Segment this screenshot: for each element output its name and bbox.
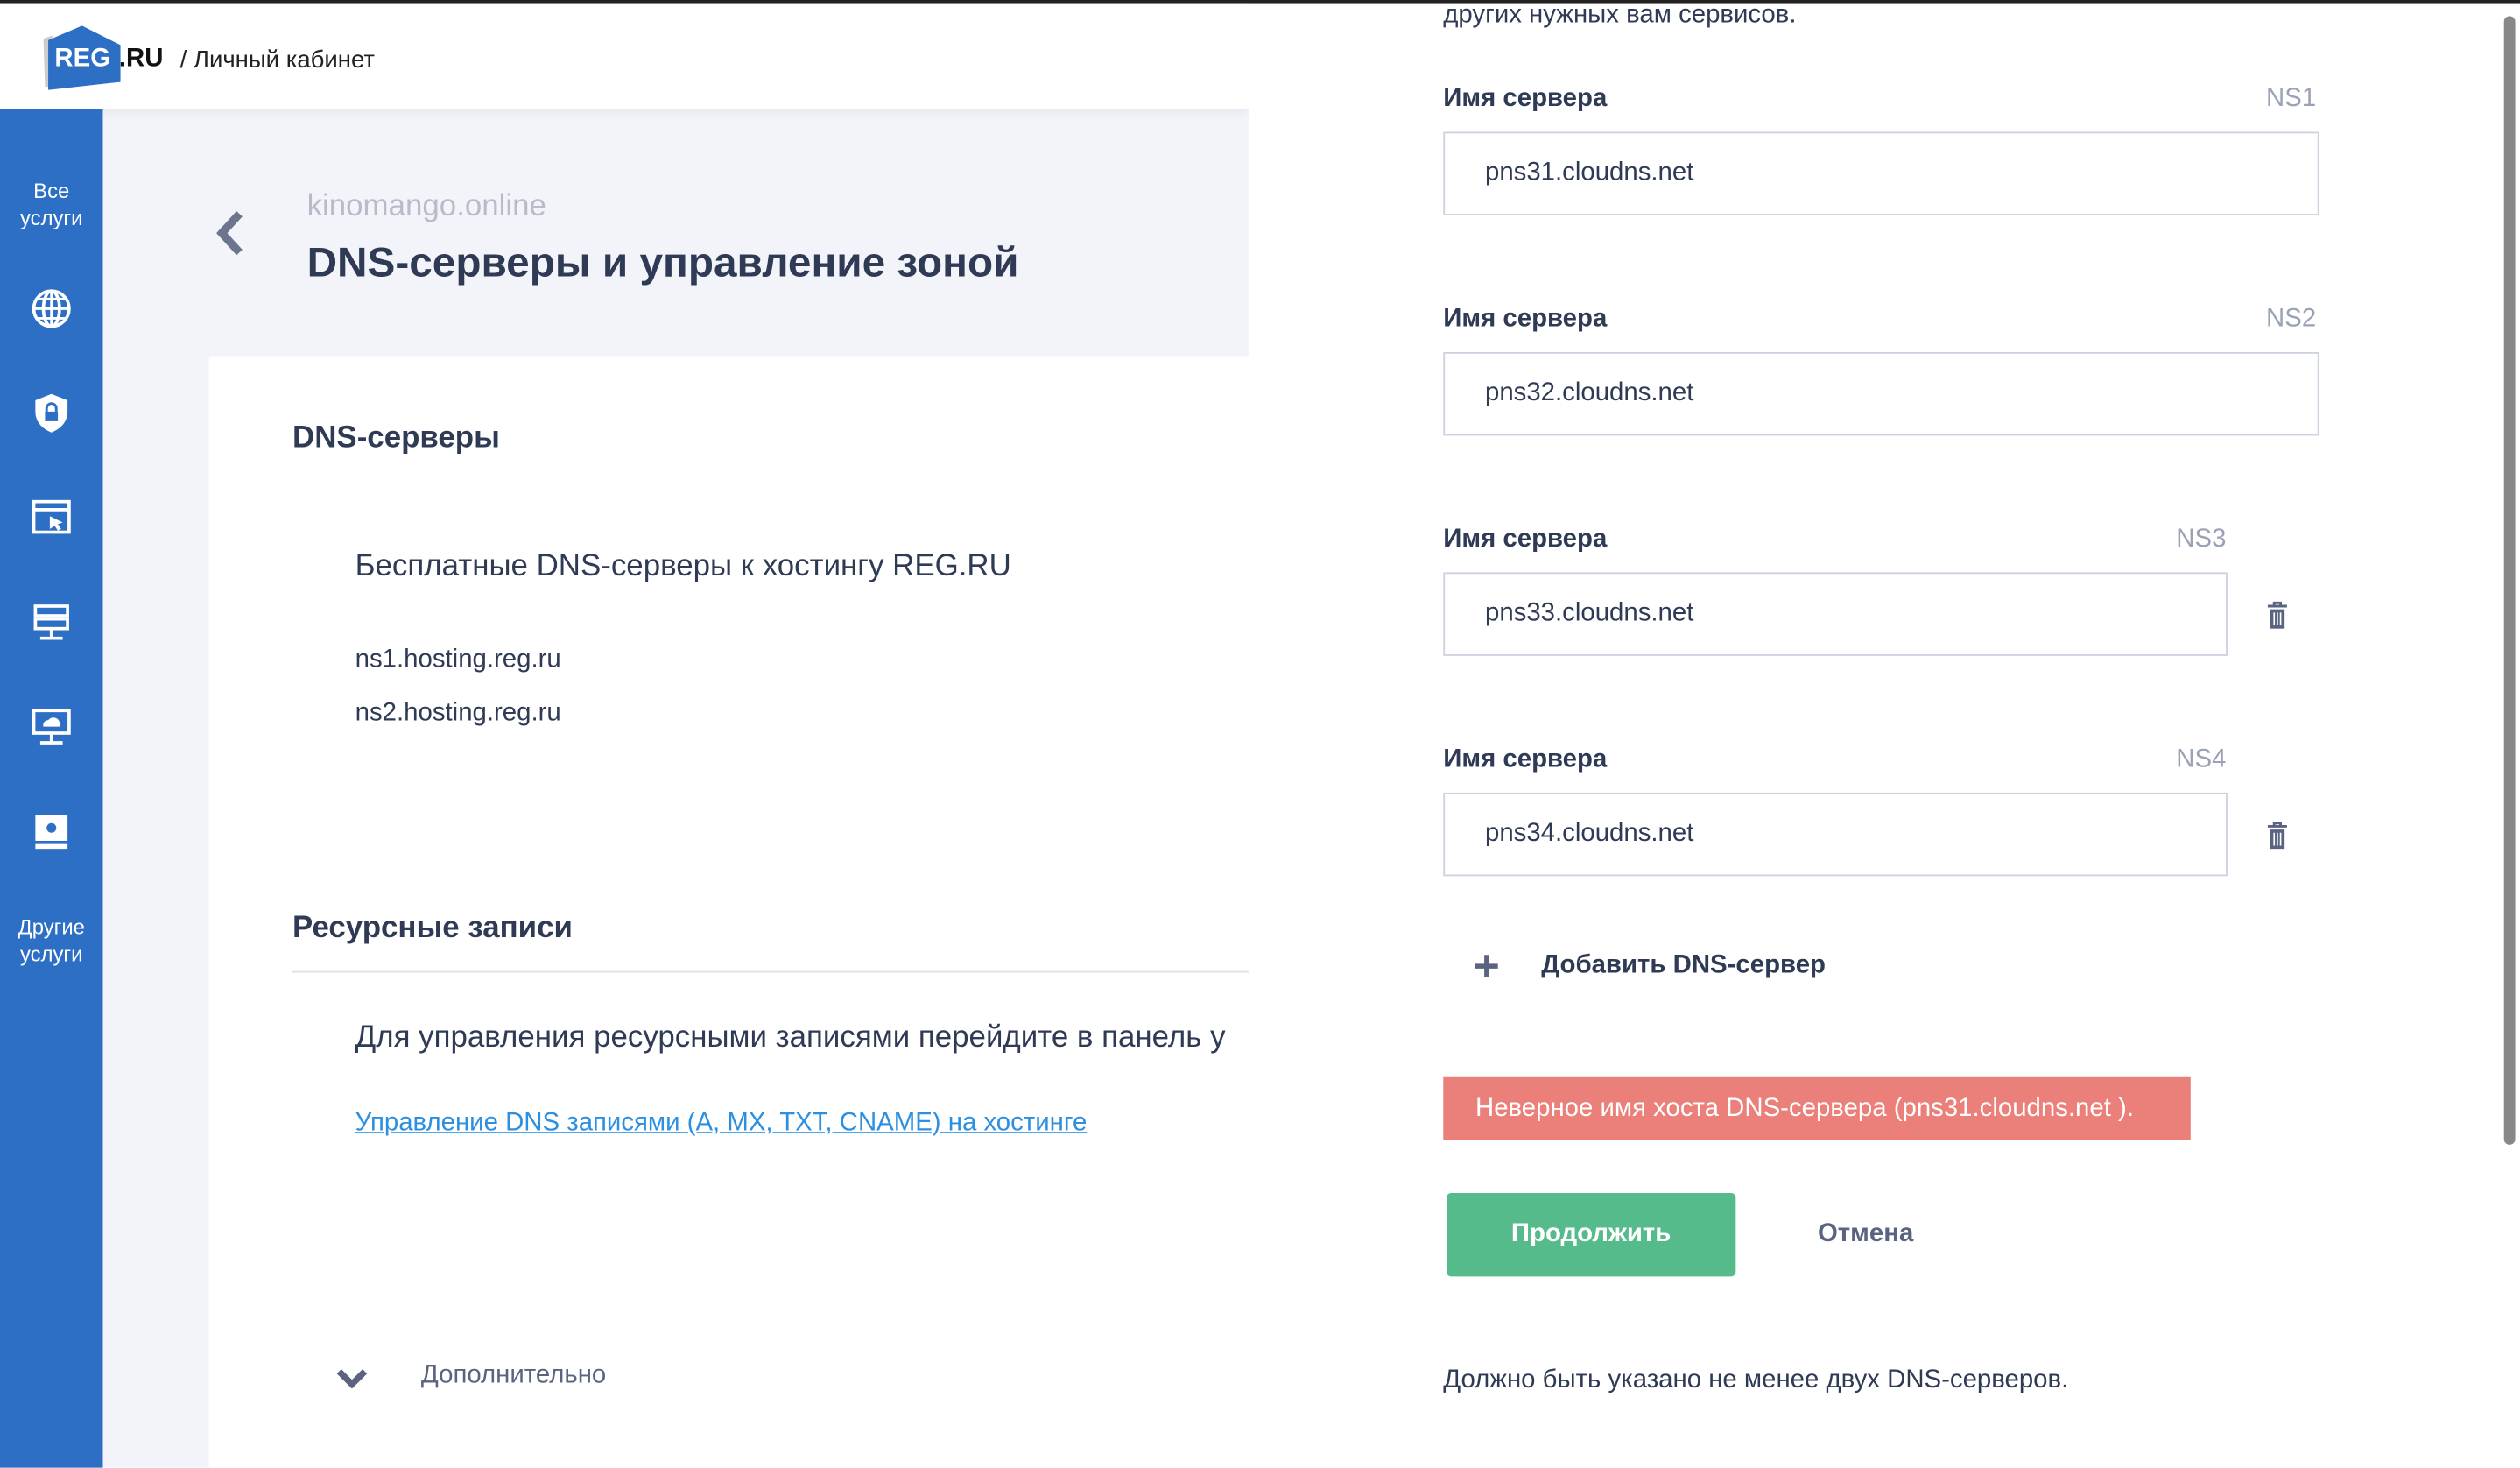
screen: REG .RU / Личный кабинет Все услуги Друг…	[0, 0, 2520, 1468]
continue-button[interactable]: Продолжить	[1446, 1192, 1736, 1277]
error-message: Неверное имя хоста DNS-сервера (pns31.cl…	[1443, 1076, 2191, 1140]
main-page: REG .RU / Личный кабинет Все услуги Друг…	[0, 3, 1249, 1468]
back-chevron-icon[interactable]	[214, 209, 246, 258]
scrollbar[interactable]	[2503, 16, 2516, 1145]
ns4-label: Имя сервера	[1443, 745, 1608, 773]
min-servers-note: Должно быть указано не менее двух DNS-се…	[1443, 1366, 2069, 1394]
ns2-input[interactable]: pns32.cloudns.net	[1443, 351, 2319, 436]
ns1-tag: NS1	[2266, 85, 2317, 113]
trash-icon[interactable]	[2266, 601, 2289, 630]
logo-suffix: .RU	[118, 45, 164, 73]
dns-edit-panel: других нужных вам сервисов. Имя сервера …	[1249, 1, 2520, 1468]
ns4-tag: NS4	[2176, 745, 2227, 773]
cancel-button[interactable]: Отмена	[1818, 1220, 1913, 1249]
header: REG .RU / Личный кабинет	[0, 3, 1249, 109]
add-dns-server-label: Добавить DNS-сервер	[1541, 951, 1826, 979]
more-toggle[interactable]: Дополнительно	[421, 1362, 606, 1391]
divider	[292, 970, 1249, 973]
shield-lock-icon[interactable]	[29, 391, 74, 435]
globe-icon[interactable]	[29, 286, 74, 331]
ns1-input[interactable]: pns31.cloudns.net	[1443, 131, 2319, 215]
ns3-tag: NS3	[2176, 526, 2227, 554]
dns-server-item: ns1.hosting.reg.ru	[355, 646, 561, 674]
hosting-icon[interactable]	[29, 808, 74, 853]
sidebar: Все услуги Другие услуги	[0, 109, 103, 1468]
reg-ru-logo[interactable]: REG	[40, 25, 121, 90]
ns2-tag: NS2	[2266, 305, 2317, 333]
domain-name: kinomango.online	[306, 189, 546, 224]
ns2-label: Имя сервера	[1443, 305, 1608, 333]
ns3-label: Имя сервера	[1443, 526, 1608, 554]
dns-servers-heading: DNS-серверы	[292, 420, 500, 455]
ns3-input[interactable]: pns33.cloudns.net	[1443, 572, 2228, 656]
plus-icon	[1475, 955, 1498, 977]
manage-dns-records-link[interactable]: Управление DNS записями (A, MX, TXT, CNA…	[355, 1109, 1088, 1138]
website-builder-icon[interactable]	[29, 495, 74, 540]
content-card: DNS-серверы Бесплатные DNS-серверы к хос…	[208, 356, 1249, 1468]
page-title: DNS-серверы и управление зоной	[306, 237, 1019, 286]
add-dns-server-button[interactable]: Добавить DNS-сервер	[1474, 952, 1826, 981]
ns1-label: Имя сервера	[1443, 85, 1608, 113]
trash-icon[interactable]	[2266, 822, 2289, 850]
sidebar-item-all-services[interactable]: Все услуги	[0, 177, 102, 231]
server-icon[interactable]	[29, 600, 74, 645]
records-text: Для управления ресурсными записями перей…	[355, 1020, 1226, 1055]
resource-records-heading: Ресурсные записи	[292, 911, 573, 946]
free-dns-title: Бесплатные DNS-серверы к хостингу REG.RU	[355, 549, 1011, 584]
dns-server-item: ns2.hosting.reg.ru	[355, 699, 561, 727]
chevron-down-icon[interactable]	[334, 1366, 370, 1389]
sidebar-item-other-services[interactable]: Другие услуги	[0, 914, 102, 968]
cloud-server-icon[interactable]	[29, 704, 74, 749]
ns4-input[interactable]: pns34.cloudns.net	[1443, 792, 2228, 877]
breadcrumb[interactable]: / Личный кабинет	[180, 46, 375, 74]
intro-text: других нужных вам сервисов.	[1443, 1, 1797, 30]
